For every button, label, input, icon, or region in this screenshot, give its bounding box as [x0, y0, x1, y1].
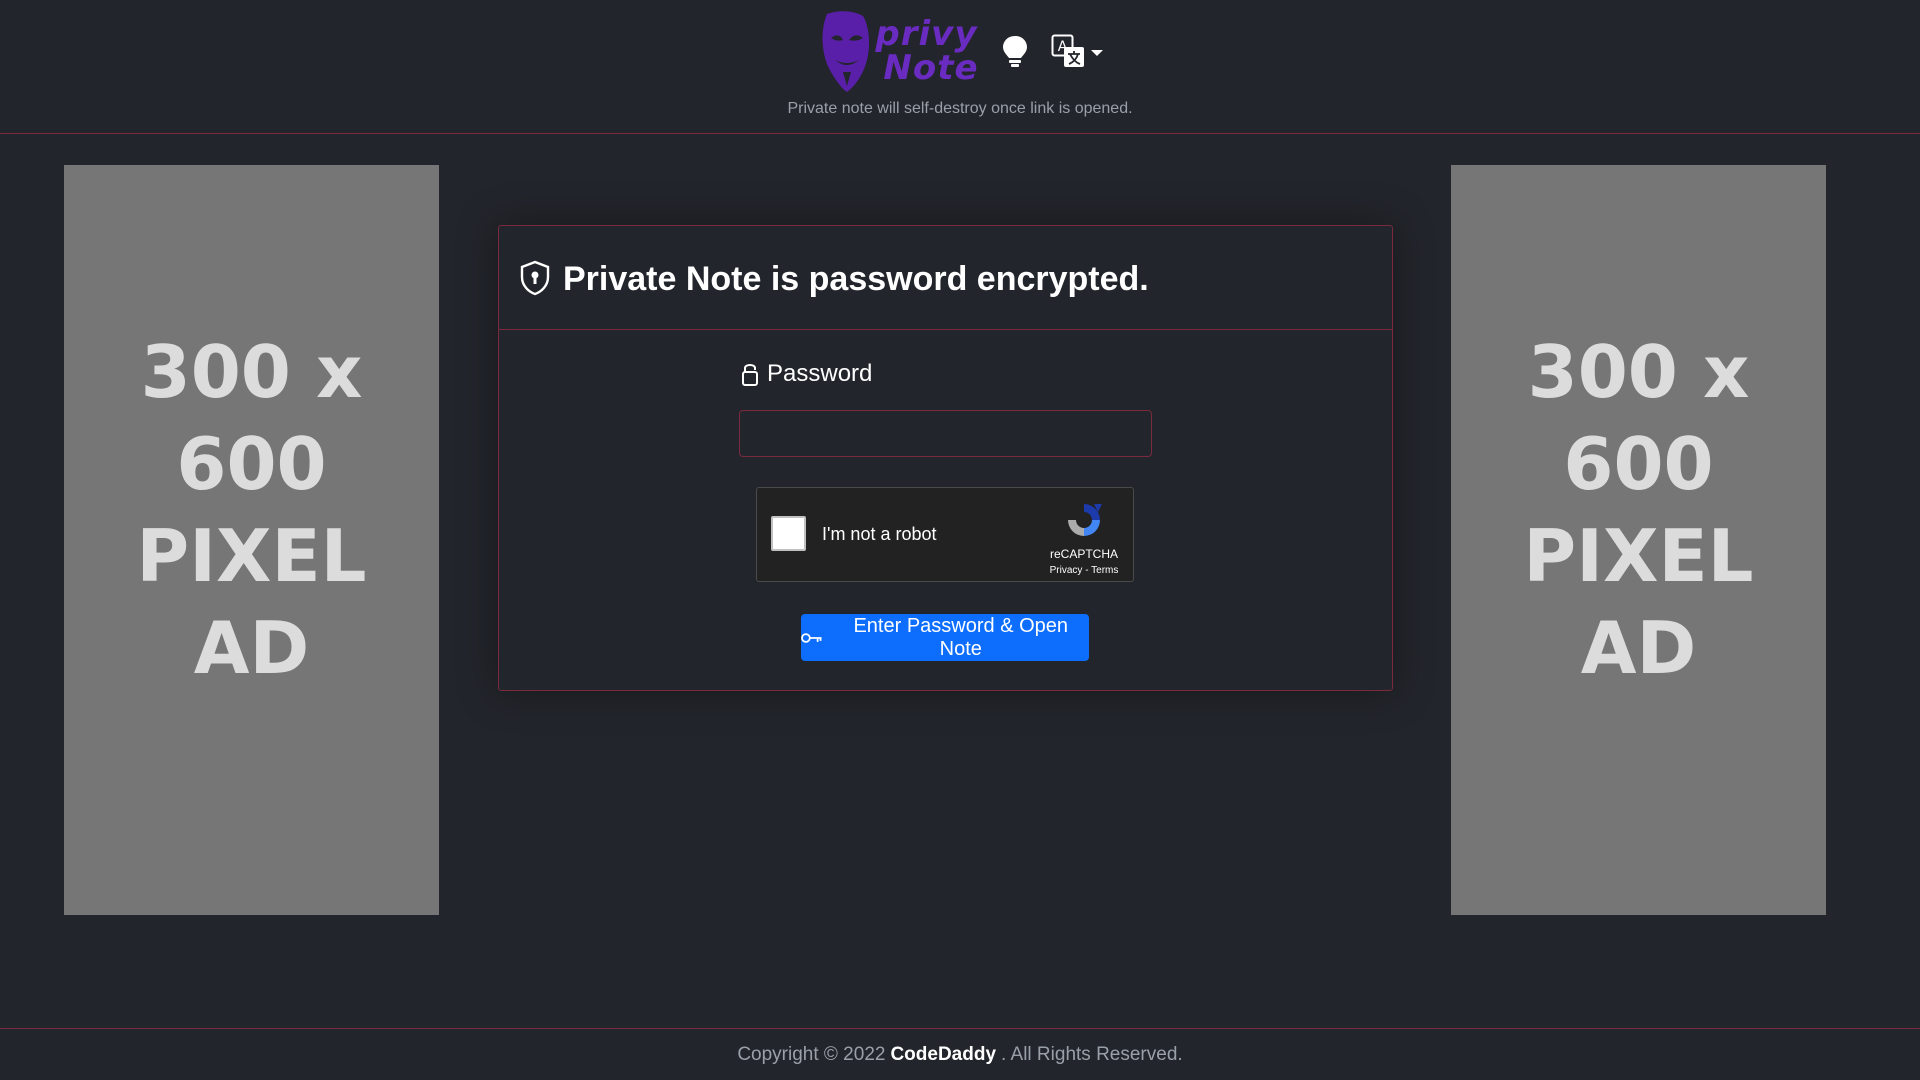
ad-line: AD: [193, 606, 310, 690]
password-input[interactable]: [739, 410, 1152, 457]
open-note-button-label: Enter Password & Open Note: [853, 614, 1069, 660]
recaptcha-widget: I'm not a robot reCAPTCHA Privacy - Term…: [756, 487, 1134, 582]
language-dropdown[interactable]: A: [1051, 34, 1103, 68]
footer-copyright: Copyright © 2022: [737, 1043, 886, 1065]
chevron-down-icon: [1090, 50, 1103, 56]
logo-wordmark: privy Note: [873, 17, 978, 85]
ad-line: 300 x 600: [1527, 330, 1750, 506]
ad-placeholder-text: 300 x 600 PIXEL AD: [64, 326, 439, 694]
shield-lock-icon: [520, 260, 550, 295]
header-toolbar: privy Note A: [0, 8, 1920, 94]
footer-brand-link[interactable]: CodeDaddy: [890, 1044, 996, 1066]
site-header: privy Note A Private note will self-dest…: [0, 0, 1920, 134]
footer-rights: . All Rights Reserved.: [1001, 1043, 1183, 1065]
logo-text-line1: privy: [875, 14, 978, 54]
password-card: Private Note is password encrypted. Pass…: [498, 225, 1393, 691]
password-label: Password: [767, 360, 873, 387]
ad-line: AD: [1580, 606, 1697, 690]
recaptcha-label: I'm not a robot: [822, 524, 937, 544]
recaptcha-link-separator: -: [1082, 565, 1092, 576]
lock-icon: [742, 364, 758, 386]
tagline: Private note will self-destroy once link…: [787, 100, 1133, 117]
ad-banner-left[interactable]: 300 x 600 PIXEL AD: [64, 165, 439, 915]
recaptcha-logo-icon: [1068, 504, 1102, 536]
open-note-button[interactable]: Enter Password & Open Note: [801, 614, 1089, 661]
site-logo[interactable]: privy Note: [817, 8, 978, 94]
key-icon: [801, 632, 822, 643]
recaptcha-checkbox[interactable]: [771, 516, 806, 551]
recaptcha-brand: reCAPTCHA: [1049, 547, 1118, 561]
ad-banner-right[interactable]: 300 x 600 PIXEL AD: [1451, 165, 1826, 915]
recaptcha-privacy-link[interactable]: Privacy: [1050, 565, 1083, 576]
card-title: Private Note is password encrypted.: [563, 260, 1149, 298]
recaptcha-branding: reCAPTCHA Privacy - Terms: [1041, 500, 1127, 576]
theme-toggle-button[interactable]: [1001, 34, 1029, 68]
card-header: Private Note is password encrypted.: [499, 226, 1392, 330]
recaptcha-links: Privacy - Terms: [1041, 565, 1127, 576]
ad-placeholder-text: 300 x 600 PIXEL AD: [1451, 326, 1826, 694]
lightbulb-icon: [1002, 36, 1027, 67]
translate-icon: A: [1051, 34, 1084, 67]
ad-line: PIXEL: [1523, 514, 1754, 598]
ad-line: PIXEL: [136, 514, 367, 598]
logo-text-line2: Note: [883, 48, 979, 88]
site-footer: Copyright © 2022 CodeDaddy . All Rights …: [0, 1028, 1920, 1080]
anonymous-mask-icon: [822, 11, 870, 92]
recaptcha-terms-link[interactable]: Terms: [1091, 565, 1118, 576]
password-label-row: Password: [741, 360, 872, 388]
ad-line: 300 x 600: [140, 330, 363, 506]
